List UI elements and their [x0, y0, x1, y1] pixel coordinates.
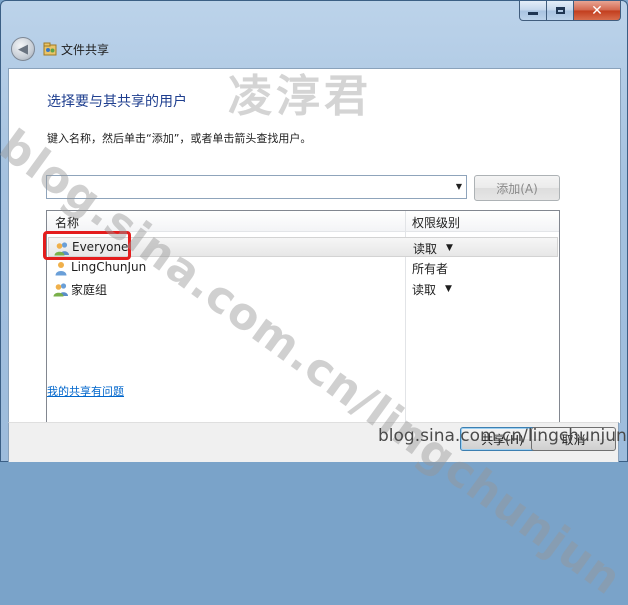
page-heading: 选择要与其共享的用户	[47, 94, 187, 110]
close-button[interactable]: ✕	[574, 1, 621, 21]
close-icon: ✕	[591, 2, 603, 19]
column-header-name[interactable]: 名称	[55, 214, 79, 231]
users-group-icon	[53, 283, 68, 297]
row-permission[interactable]: 读取	[413, 240, 437, 257]
content-pane: 选择要与其共享的用户 键入名称，然后单击“添加”，或者单击箭头查找用户。 ▼ 添…	[8, 68, 621, 445]
dropdown-arrow-icon[interactable]: ▼	[456, 182, 462, 191]
row-name: LingChunJun	[71, 260, 147, 274]
minimize-icon	[528, 12, 538, 15]
add-button[interactable]: 添加(A)	[474, 175, 560, 201]
permission-dropdown-icon[interactable]: ▼	[445, 284, 452, 294]
user-input[interactable]	[50, 177, 444, 199]
back-button[interactable]: ◀	[11, 37, 35, 61]
list-row-lingchunjun[interactable]: LingChunJun 所有者	[48, 258, 558, 278]
footer-bar: 共享(H) 取消	[8, 422, 619, 462]
window-title: 文件共享	[61, 42, 110, 57]
row-permission: 所有者	[412, 262, 449, 276]
instruction-text: 键入名称，然后单击“添加”，或者单击箭头查找用户。	[47, 132, 312, 145]
minimize-button[interactable]	[519, 1, 547, 21]
list-row-everyone[interactable]: Everyone 读取 ▼	[48, 237, 558, 257]
user-list: 名称 权限级别 Everyone 读取 ▼ LingChunJun 所有者 家庭…	[46, 210, 560, 445]
list-header: 名称 权限级别	[47, 211, 559, 232]
user-icon	[55, 262, 67, 276]
row-permission[interactable]: 读取	[412, 281, 436, 298]
back-arrow-icon: ◀	[18, 41, 28, 57]
row-name: Everyone	[72, 240, 129, 254]
user-combobox[interactable]: ▼	[46, 175, 467, 199]
maximize-button[interactable]	[547, 1, 574, 21]
caption-buttons: ✕	[519, 1, 621, 21]
users-group-icon	[54, 242, 69, 256]
file-share-icon	[43, 42, 57, 56]
row-name: 家庭组	[71, 283, 108, 297]
permission-dropdown-icon[interactable]: ▼	[446, 243, 453, 253]
list-row-homegroup[interactable]: 家庭组 读取 ▼	[48, 279, 558, 299]
column-header-permission[interactable]: 权限级别	[412, 214, 460, 231]
sharing-problem-link[interactable]: 我的共享有问题	[47, 383, 124, 399]
maximize-icon	[555, 7, 565, 14]
nav-bar: ◀ 文件共享	[11, 37, 109, 61]
cancel-button[interactable]: 取消	[531, 427, 616, 451]
